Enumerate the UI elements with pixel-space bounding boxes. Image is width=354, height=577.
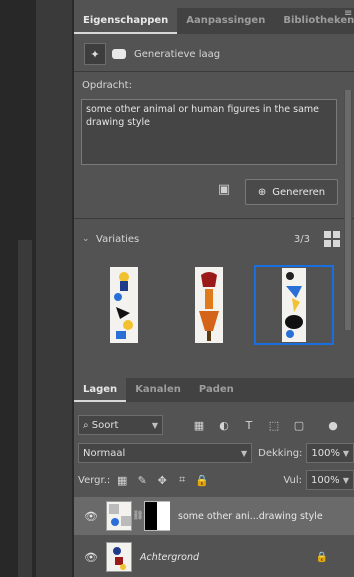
filter-toggle[interactable]: ● <box>325 417 341 433</box>
tab-lagen[interactable]: Lagen <box>74 378 127 402</box>
layer-name: some other ani...drawing style <box>178 510 323 522</box>
smart-object-filter-icon[interactable]: ▢ <box>291 417 307 433</box>
generative-layer-row: ✦ Generatieve laag <box>84 42 354 66</box>
opacity-label: Dekking: <box>258 447 303 459</box>
variation-image-1 <box>110 267 138 343</box>
generate-label: Genereren <box>272 186 326 198</box>
tab-kanalen[interactable]: Kanalen <box>126 378 190 402</box>
variations-header: ⌄ Variaties 3/3 <box>82 231 340 247</box>
variation-thumbnail-2[interactable] <box>169 265 249 345</box>
lock-transparency-icon[interactable]: ▦ <box>114 472 130 488</box>
prompt-label: Opdracht: <box>82 80 132 91</box>
lock-position-icon[interactable]: ✥ <box>154 472 170 488</box>
blend-mode-select[interactable]: Normaal ▼ <box>78 443 253 463</box>
layer-rect-icon <box>112 49 126 59</box>
tab-eigenschappen[interactable]: Eigenschappen <box>74 8 178 34</box>
variation-thumbnail-1[interactable] <box>84 265 164 345</box>
wand-icon[interactable]: ✦ <box>84 43 106 65</box>
opacity-input[interactable]: 100% ▼ <box>306 443 354 463</box>
layer-row[interactable]: 👁 ⛓ some other ani...drawing style <box>74 497 354 535</box>
chevron-down-icon: ▼ <box>240 448 248 458</box>
fill-label: Vul: <box>283 474 302 486</box>
properties-scrollbar[interactable] <box>344 90 352 330</box>
variations-label: Variaties <box>96 233 140 245</box>
layer-filter-row: ⌕ Soort ▼ ▦ ◐ T ⬚ ▢ ● <box>78 414 354 436</box>
image-filter-icon[interactable]: ▦ <box>191 417 207 433</box>
panel-gutter <box>36 0 74 577</box>
grid-view-icon[interactable] <box>324 231 340 247</box>
generate-button[interactable]: ⊕ Genereren <box>245 179 338 205</box>
chevron-down-icon: ▼ <box>151 420 158 430</box>
chevron-down-icon[interactable]: ⌄ <box>82 234 94 244</box>
variations-count: 3/3 <box>293 233 310 245</box>
prompt-input[interactable]: some other animal or human figures in th… <box>81 99 337 165</box>
fill-input[interactable]: 100% ▼ <box>306 470 354 490</box>
tab-bibliotheken[interactable]: Bibliotheken <box>274 8 354 34</box>
layer-thumbnail <box>106 501 132 531</box>
lock-all-icon[interactable]: 🔒 <box>194 472 210 488</box>
shape-filter-icon[interactable]: ⬚ <box>266 417 282 433</box>
eye-icon[interactable]: 👁 <box>82 510 100 523</box>
lock-row: Vergr.: ▦ ✎ ✥ ⌗ 🔒 Vul: 100% ▼ <box>78 469 354 491</box>
variation-image-2 <box>195 267 223 343</box>
reference-image-icon[interactable]: ▣ <box>213 180 235 198</box>
layer-mask-thumbnail[interactable] <box>144 501 170 531</box>
panel-menu-icon[interactable]: ≡ <box>344 8 354 19</box>
layer-row[interactable]: 👁 Achtergrond 🔒 <box>74 538 354 576</box>
layers-tabs: Lagen Kanalen Paden <box>74 378 354 402</box>
variation-image-3 <box>282 268 306 342</box>
variation-thumbnail-3[interactable] <box>254 265 334 345</box>
generate-icon: ⊕ <box>257 186 267 198</box>
tab-aanpassingen[interactable]: Aanpassingen <box>177 8 274 34</box>
tab-paden[interactable]: Paden <box>190 378 243 402</box>
search-icon: ⌕ <box>83 419 92 431</box>
divider <box>74 71 354 72</box>
type-filter-icon[interactable]: T <box>241 417 257 433</box>
blend-row: Normaal ▼ Dekking: 100% ▼ <box>78 442 354 464</box>
properties-tabs: Eigenschappen Aanpassingen Bibliotheken <box>74 8 354 34</box>
divider <box>74 218 354 219</box>
canvas-area <box>0 0 36 577</box>
lock-icon: 🔒 <box>315 551 328 563</box>
lock-artboard-icon[interactable]: ⌗ <box>174 472 190 488</box>
lock-label: Vergr.: <box>78 474 111 486</box>
chevron-down-icon: ▼ <box>342 475 349 485</box>
filter-select[interactable]: ⌕ Soort ▼ <box>78 415 163 435</box>
adjustment-filter-icon[interactable]: ◐ <box>216 417 232 433</box>
chain-link-icon[interactable]: ⛓ <box>132 511 144 521</box>
layer-name: Achtergrond <box>140 551 200 563</box>
chevron-down-icon: ▼ <box>342 448 349 458</box>
lock-paint-icon[interactable]: ✎ <box>134 472 150 488</box>
layer-thumbnail <box>106 542 132 572</box>
canvas-scrollbar[interactable] <box>18 240 32 577</box>
eye-icon[interactable]: 👁 <box>82 551 100 564</box>
generative-layer-label: Generatieve laag <box>134 48 221 60</box>
